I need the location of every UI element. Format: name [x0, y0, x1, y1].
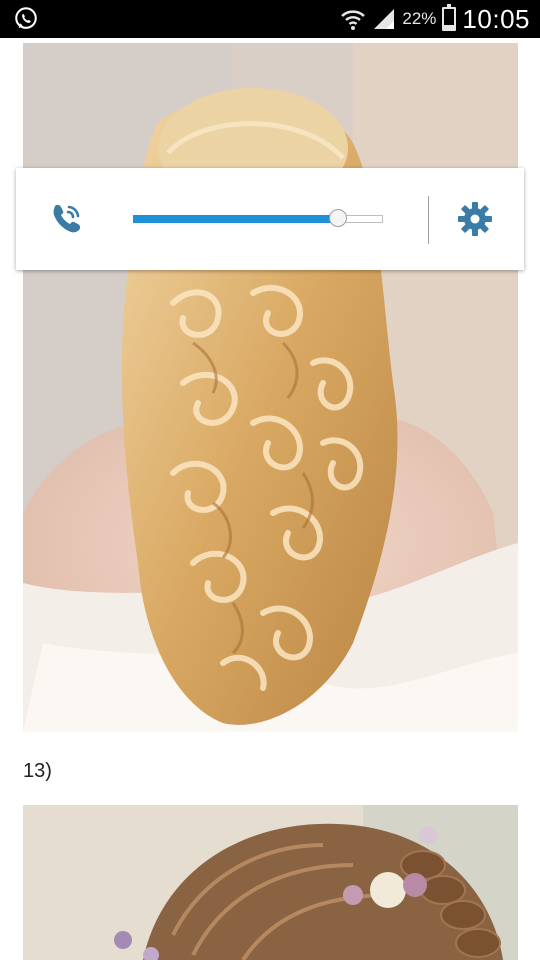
volume-panel [16, 168, 524, 270]
battery-percent: 22% [402, 9, 437, 28]
whatsapp-icon [15, 7, 37, 29]
battery-fill [444, 24, 455, 29]
wifi-icon [341, 10, 366, 30]
volume-slider[interactable] [133, 209, 383, 228]
hairstyle-photo-braid[interactable] [23, 805, 518, 960]
clock: 10:05 [462, 3, 530, 34]
phone-call-icon[interactable] [48, 201, 84, 237]
status-bar: 22% 10:05 [0, 0, 540, 38]
settings-gear-icon[interactable] [457, 201, 493, 237]
panel-divider [428, 196, 429, 244]
volume-slider-fill [133, 215, 338, 223]
hairstyle-photo-curls[interactable] [23, 43, 518, 732]
photo-caption: 13) [23, 760, 52, 782]
signal-icon [374, 9, 395, 29]
volume-slider-thumb[interactable] [329, 209, 347, 227]
battery-icon [442, 4, 457, 31]
